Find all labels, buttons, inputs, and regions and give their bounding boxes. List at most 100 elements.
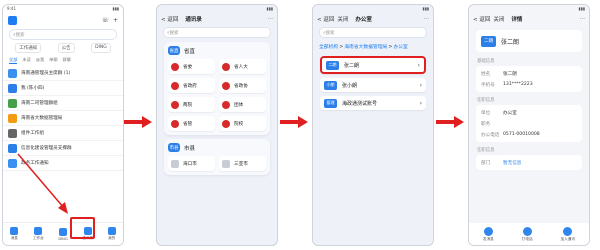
emblem-icon	[171, 100, 179, 109]
org-item[interactable]: 团体	[219, 97, 266, 112]
tab-single[interactable]: 单聊	[49, 57, 57, 64]
chat-title: 组件工作组	[21, 131, 44, 136]
back-button[interactable]: < 返回	[473, 15, 490, 23]
org-label: 省政协	[234, 83, 248, 89]
avatar	[8, 68, 17, 78]
more-button[interactable]: ···	[268, 16, 273, 22]
info-value[interactable]: 0571-00010008	[503, 132, 540, 137]
chat-item[interactable]: 我 (陈小四)	[3, 81, 123, 96]
tab-unread[interactable]: 未读	[22, 57, 30, 64]
chevron-right-icon: ›	[417, 61, 420, 69]
message-icon	[10, 227, 19, 235]
quick-work-notice[interactable]: 工作通知	[15, 43, 42, 53]
nav-bar: < 返回 关闭 详情 ···	[469, 14, 589, 24]
tab-messages[interactable]: 消息	[10, 227, 19, 241]
status-bar: ▮▮▮	[157, 5, 277, 14]
search-input[interactable]: ⌕ 搜索	[319, 27, 427, 38]
section-title: 基础信息	[477, 59, 495, 64]
emblem-icon	[171, 62, 179, 71]
message-tabs: 全部 未读 @我 单聊 群聊	[3, 55, 123, 66]
chevron-right-icon: ›	[419, 81, 422, 89]
action-label: 加入通讯	[560, 236, 575, 241]
org-item[interactable]: 两院	[168, 97, 215, 112]
chat-item[interactable]: 海南二司管理群组	[3, 96, 123, 111]
add-contact-icon	[563, 226, 573, 236]
top-icons: ☏ +	[101, 17, 118, 24]
search-placeholder: 搜索	[169, 30, 179, 36]
breadcrumb-separator: >	[339, 45, 344, 50]
search-input[interactable]: ⌕ 搜索	[9, 29, 117, 40]
org-grid: 海口市 三亚市	[168, 156, 266, 171]
breadcrumb-item[interactable]: 全部机构	[319, 45, 338, 50]
phone-icon[interactable]: ☏	[101, 17, 109, 24]
person-row[interactable]: 小朗 张小朗 ›	[320, 78, 426, 92]
org-item[interactable]: 省政协	[219, 78, 266, 93]
close-button[interactable]: 关闭	[337, 15, 348, 23]
tab-label: DING	[58, 236, 68, 241]
quick-announcement[interactable]: 公告	[57, 43, 75, 53]
person-row[interactable]: 二朗 张二朗 ›	[320, 56, 426, 74]
more-button[interactable]: ···	[580, 16, 585, 22]
org-label: 省政府	[183, 83, 197, 89]
basic-info: 姓名 张二朗 手机号 131****2223	[476, 66, 582, 92]
emblem-icon	[171, 119, 179, 128]
tab-me[interactable]: 我的	[107, 227, 116, 241]
city-section: 市县 市县 海口市 三亚市	[164, 139, 270, 175]
back-button[interactable]: < 返回	[317, 15, 334, 23]
org-label: 省管	[183, 121, 193, 127]
back-button[interactable]: < 返回	[161, 15, 178, 23]
avatar	[8, 128, 17, 138]
org-item[interactable]: 省人大	[219, 59, 266, 74]
page-title: 通讯录	[185, 17, 202, 23]
org-item[interactable]: 省委	[168, 59, 215, 74]
more-button[interactable]: ···	[424, 16, 429, 22]
org-item[interactable]: 省管	[168, 116, 215, 131]
org-label: 海口市	[183, 161, 197, 167]
org-item[interactable]: 海口市	[168, 156, 215, 171]
person-row[interactable]: 管理 海政通测试账号 ›	[320, 96, 426, 110]
close-button[interactable]: 关闭	[493, 15, 504, 23]
org-grid: 省委 省人大 省政府 省政协 两院 团体 省管 院校	[168, 59, 266, 131]
info-value: 暂无信息	[503, 160, 522, 166]
org-item[interactable]: 省政府	[168, 78, 215, 93]
signal-icon: ▮▮▮	[112, 6, 119, 11]
chat-item[interactable]: 组件工作组	[3, 126, 123, 141]
section-title: 任职信息	[477, 148, 495, 153]
info-key: 部门	[481, 160, 491, 166]
call-button[interactable]: 打电话	[521, 226, 533, 242]
person-name: 张小朗	[342, 82, 358, 89]
info-value[interactable]: 131****2223	[503, 82, 533, 87]
workbench-icon	[34, 227, 43, 235]
tab-group[interactable]: 群聊	[63, 57, 71, 64]
action-label: 打电话	[521, 236, 533, 241]
nav-bar: < 返回 通讯录 ···	[157, 14, 277, 24]
breadcrumb-item[interactable]: 海南省大数据管理局	[344, 45, 387, 50]
plus-icon[interactable]: +	[113, 17, 118, 24]
tab-mention[interactable]: @我	[36, 57, 44, 64]
breadcrumb-separator: >	[388, 45, 393, 50]
nav-bar: < 返回 关闭 办公室 ···	[313, 14, 433, 24]
city-icon	[222, 159, 230, 168]
info-row: 手机号 131****2223	[481, 79, 577, 90]
search-input[interactable]: ⌕ 搜索	[163, 27, 271, 38]
org-item[interactable]: 院校	[219, 116, 266, 131]
quick-ding[interactable]: DING	[91, 43, 111, 53]
tab-workbench[interactable]: 工作台	[33, 227, 44, 241]
chat-item[interactable]: 海南通管理员主席群 (1)	[3, 66, 123, 81]
action-label: 发消息	[483, 236, 494, 241]
phone-detail: ▮▮▮ < 返回 关闭 详情 ··· 二朗 张二朗 基础信息 姓名 张二朗 手机号 1…	[468, 4, 590, 246]
add-contact-button[interactable]: 加入通讯	[560, 226, 575, 242]
tab-label: 我的	[108, 236, 116, 240]
person-name: 张二朗	[344, 62, 360, 69]
org-item[interactable]: 三亚市	[219, 156, 266, 171]
info-key: 手机号	[481, 82, 495, 88]
tab-ding[interactable]: DING	[58, 227, 68, 241]
page-title: 详情	[511, 17, 523, 23]
tab-all[interactable]: 全部	[9, 57, 18, 64]
send-message-button[interactable]: 发消息	[483, 226, 494, 242]
person-name: 海政通测试账号	[342, 100, 378, 107]
signal-icon: ▮▮▮	[578, 6, 585, 11]
search-placeholder: 搜索	[15, 32, 25, 38]
chat-item[interactable]: 海南省大数据管理局	[3, 111, 123, 126]
phone-contacts: ▮▮▮ < 返回 通讯录 ··· ⌕ 搜索 省直 省直 省委 省人大 省政府 省政…	[156, 4, 278, 246]
